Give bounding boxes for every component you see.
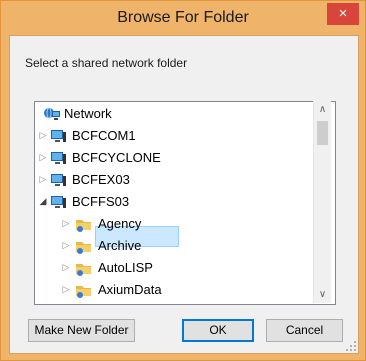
shared-folder-icon [75, 282, 93, 298]
tree-item-label: Archive [98, 238, 142, 253]
dialog-title: Browse For Folder [117, 9, 249, 26]
expand-arrow-icon[interactable]: ▷ [61, 262, 71, 273]
expand-arrow-icon[interactable]: ▷ [38, 130, 48, 141]
tree-item-label: BCFEX03 [72, 172, 130, 187]
tree-item-label: BCFCOM1 [72, 128, 136, 143]
resize-grip-icon[interactable] [346, 341, 356, 351]
expand-arrow-icon[interactable]: ▷ [61, 240, 71, 251]
tree-scrollbar[interactable]: ∧ ∨ [313, 101, 331, 303]
browse-for-folder-dialog: Browse For Folder × Select a shared netw… [0, 0, 366, 361]
close-button[interactable]: × [327, 3, 359, 25]
ok-button[interactable]: OK [182, 319, 254, 342]
scroll-down-icon[interactable]: ∨ [314, 286, 331, 303]
folder-tree[interactable]: Network ▷ BCFCOM1 ▷ BCFCYCLONE ▷ BCFEX03… [34, 101, 336, 305]
shared-folder-icon [75, 216, 93, 232]
dialog-body: Select a shared network folder Network ▷… [9, 35, 359, 354]
tree-item-label: Network [64, 106, 112, 121]
expand-arrow-icon[interactable]: ▷ [38, 152, 48, 163]
title-bar[interactable]: Browse For Folder × [1, 1, 365, 35]
computer-icon [50, 128, 68, 144]
scroll-thumb[interactable] [317, 121, 328, 145]
tree-item-label: BCFFS03 [72, 194, 130, 209]
network-icon [43, 106, 61, 122]
computer-icon [50, 172, 68, 188]
make-new-folder-button[interactable]: Make New Folder [28, 319, 135, 342]
expand-arrow-icon[interactable]: ▷ [61, 218, 71, 229]
computer-icon [50, 150, 68, 166]
tree-item-label: Agency [98, 216, 142, 231]
instruction-text: Select a shared network folder [25, 56, 188, 70]
expand-arrow-icon[interactable]: ▷ [38, 174, 48, 185]
tree-item-label: AxiumData [98, 282, 162, 297]
tree-item-label: BCFCYCLONE [72, 150, 161, 165]
shared-folder-icon [75, 260, 93, 276]
tree-item-label: AutoLISP [98, 260, 153, 275]
collapse-arrow-icon[interactable]: ◢ [38, 196, 48, 207]
expand-arrow-icon[interactable]: ▷ [61, 284, 71, 295]
shared-folder-icon [75, 238, 93, 254]
cancel-button[interactable]: Cancel [266, 319, 343, 342]
computer-icon [50, 194, 68, 210]
scroll-up-icon[interactable]: ∧ [314, 101, 331, 118]
